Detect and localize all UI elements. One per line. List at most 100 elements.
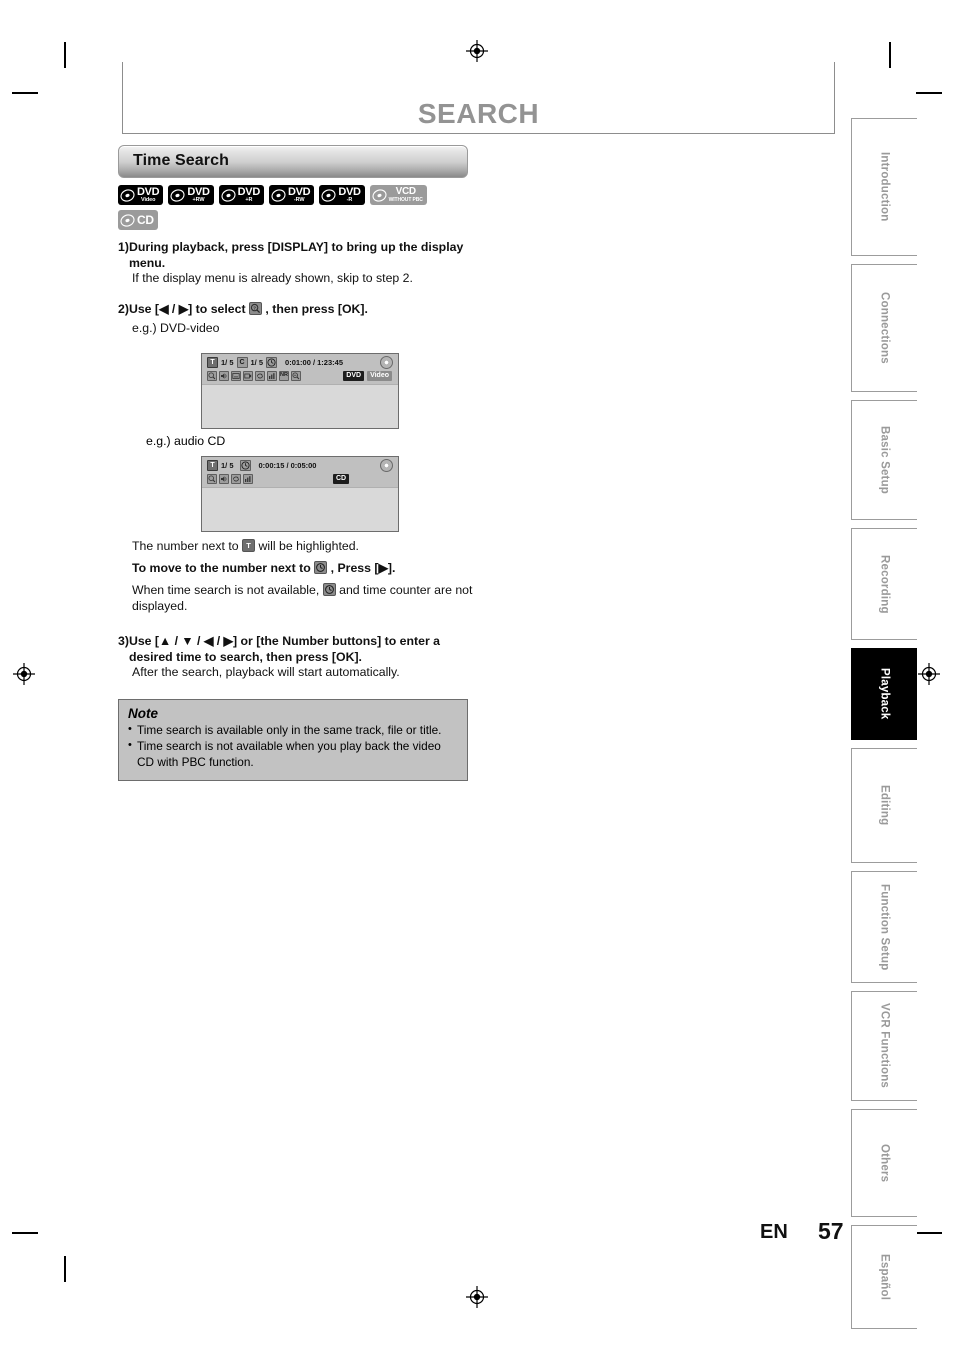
sidebar-item-others[interactable]: Others	[851, 1109, 917, 1217]
registration-mark-right	[918, 663, 940, 685]
time-counter: 0:00:15 / 0:05:00	[258, 461, 317, 470]
step-3-number: 3)	[118, 634, 129, 648]
highlight-note-b: will be highlighted.	[258, 539, 359, 553]
sidebar-item-introduction[interactable]: Introduction	[851, 118, 917, 256]
sidebar-item-label: Basic Setup	[878, 425, 891, 495]
sidebar-item-vcr-functions[interactable]: VCR Functions	[851, 991, 917, 1101]
sidebar-item-playback[interactable]: Playback	[851, 648, 917, 740]
disc-icon	[170, 188, 185, 202]
step-2-bold-a: Use [◀ / ▶] to select	[128, 302, 246, 317]
disc-icon	[221, 188, 236, 202]
step-2-example-cd-label: e.g.) audio CD	[146, 434, 226, 448]
step-1-bold-text: During playback, press [DISPLAY] to brin…	[128, 240, 464, 270]
sidebar-item-label: Function Setup	[878, 883, 891, 971]
disc-badge-dvd-plus-r: DVD +R	[218, 185, 264, 205]
sidebar-item-function-setup[interactable]: Function Setup	[851, 871, 917, 983]
clock-icon	[266, 357, 278, 368]
disc-indicator-icon	[380, 356, 393, 369]
disc-badge-dvd-video: DVD Video	[118, 185, 164, 205]
step-2-text: Use [◀ / ▶] to select ? , then press [OK…	[129, 302, 368, 318]
disc-badge-row-1: DVD Video DVD +RW DVD +R DVD -RW DVD -R …	[118, 185, 538, 205]
svg-text:?: ?	[253, 306, 256, 311]
chapter-value: 1/ 5	[250, 358, 264, 367]
disc-indicator-icon	[380, 459, 393, 472]
sidebar-item-label: Introduction	[878, 152, 891, 222]
step-3-note: After the search, playback will start au…	[132, 665, 400, 680]
sidebar-item-espanol[interactable]: Español	[851, 1225, 917, 1329]
unavailable-note-a: When time search is not available,	[132, 583, 320, 598]
disc-compatibility-badges: DVD Video DVD +RW DVD +R DVD -RW DVD -R …	[118, 185, 538, 235]
format-tag-video: Video	[367, 371, 392, 381]
crop-mark-bottom-left-v	[64, 1256, 66, 1282]
audio-icon	[219, 474, 229, 484]
crop-mark-top-right-h	[916, 92, 942, 94]
sidebar-item-recording[interactable]: Recording	[851, 528, 917, 640]
note-box: Note Time search is available only in th…	[118, 699, 468, 781]
sidebar-item-label: Editing	[878, 785, 891, 826]
step-2-number: 2)	[118, 302, 129, 317]
step-1-number: 1)	[118, 240, 129, 254]
step-1: 1) During playback, press [DISPLAY] to b…	[118, 240, 474, 271]
section-title-label: Time Search	[133, 152, 229, 169]
osd-status-line: T 1/ 5 0:00:15 / 0:05:00	[207, 459, 394, 472]
osd-display-audio-cd: T 1/ 5 0:00:15 / 0:05:00 CD	[201, 456, 399, 532]
step-3-bold-text: Use [▲ / ▼ / ◀ / ▶] or [the Number butto…	[128, 634, 441, 664]
disc-badge-label: VCD WITHOUT PBC	[388, 186, 423, 203]
search-icon	[207, 474, 217, 484]
subtitle-icon	[231, 371, 241, 381]
step-2-example-dvd-label: e.g.) DVD-video	[132, 321, 220, 336]
disc-badge-label: DVD +RW	[187, 185, 210, 203]
step-2: 2) Use [◀ / ▶] to select ? , then press …	[118, 302, 474, 318]
disc-icon	[271, 188, 286, 202]
chapter-icon: C	[236, 357, 248, 368]
repeat-icon	[231, 474, 241, 484]
title-value: 1/ 5	[221, 461, 234, 470]
disc-badge-dvd-plus-rw: DVD +RW	[168, 185, 214, 205]
footer-language-code: EN	[760, 1221, 788, 1243]
registration-mark-top	[466, 40, 488, 62]
title-icon: T	[242, 539, 256, 552]
unavailable-note: When time search is not available, and t…	[132, 582, 474, 614]
clock-icon	[239, 460, 251, 471]
audio-icon	[219, 371, 229, 381]
note-item: Time search is available only in the sam…	[128, 722, 458, 738]
sidebar-item-connections[interactable]: Connections	[851, 264, 917, 392]
disc-badge-row-2: CD	[118, 210, 538, 230]
move-instruction: To move to the number next to , Press [▶…	[132, 560, 474, 577]
disc-badge-label: CD	[137, 213, 154, 227]
angle-icon	[243, 371, 253, 381]
disc-badge-label: DVD -R	[338, 185, 361, 203]
instructions-body: 1) During playback, press [DISPLAY] to b…	[118, 240, 474, 337]
note-item: Time search is not available when you pl…	[128, 738, 458, 770]
repeat-icon	[255, 371, 265, 381]
playmode-icon	[267, 371, 277, 381]
disc-icon	[120, 188, 135, 202]
osd-format-tags: DVD Video	[343, 371, 392, 381]
step-3-block: 3) Use [▲ / ▼ / ◀ / ▶] or [the Number bu…	[118, 634, 474, 681]
note-title: Note	[128, 706, 158, 721]
footer-page-number: 57	[818, 1218, 844, 1244]
disc-icon	[372, 188, 387, 202]
svg-text:T: T	[246, 541, 251, 550]
crop-mark-top-left-v	[64, 42, 66, 68]
sidebar-item-label: Playback	[878, 668, 891, 720]
sidebar-item-label: Others	[878, 1143, 891, 1183]
highlight-note-a: The number next to	[132, 539, 239, 553]
sidebar-item-label: Connections	[878, 292, 891, 364]
disc-badge-dvd-minus-r: DVD -R	[319, 185, 365, 205]
sidebar-item-basic-setup[interactable]: Basic Setup	[851, 400, 917, 520]
sidebar-item-editing[interactable]: Editing	[851, 748, 917, 863]
move-instruction-b: , Press [▶].	[330, 560, 396, 575]
osd-explanation-block: The number next to T will be highlighted…	[132, 538, 474, 615]
title-icon: T	[207, 460, 218, 471]
format-tag-cd: CD	[333, 474, 350, 484]
crop-mark-top-right-v	[889, 42, 891, 68]
crop-mark-bottom-right-h	[916, 1232, 942, 1234]
section-title-bar: Time Search	[118, 145, 468, 178]
title-value: 1/ 5	[221, 358, 234, 367]
sidebar-item-label: VCR Functions	[878, 1003, 891, 1089]
clock-icon	[322, 583, 336, 597]
highlight-note: The number next to T will be highlighted…	[132, 538, 474, 555]
osd-status-line: T 1/ 5 C 1/ 5 0:01:00 / 1:23:45	[207, 356, 394, 369]
sidebar-item-label: Recording	[878, 554, 891, 614]
